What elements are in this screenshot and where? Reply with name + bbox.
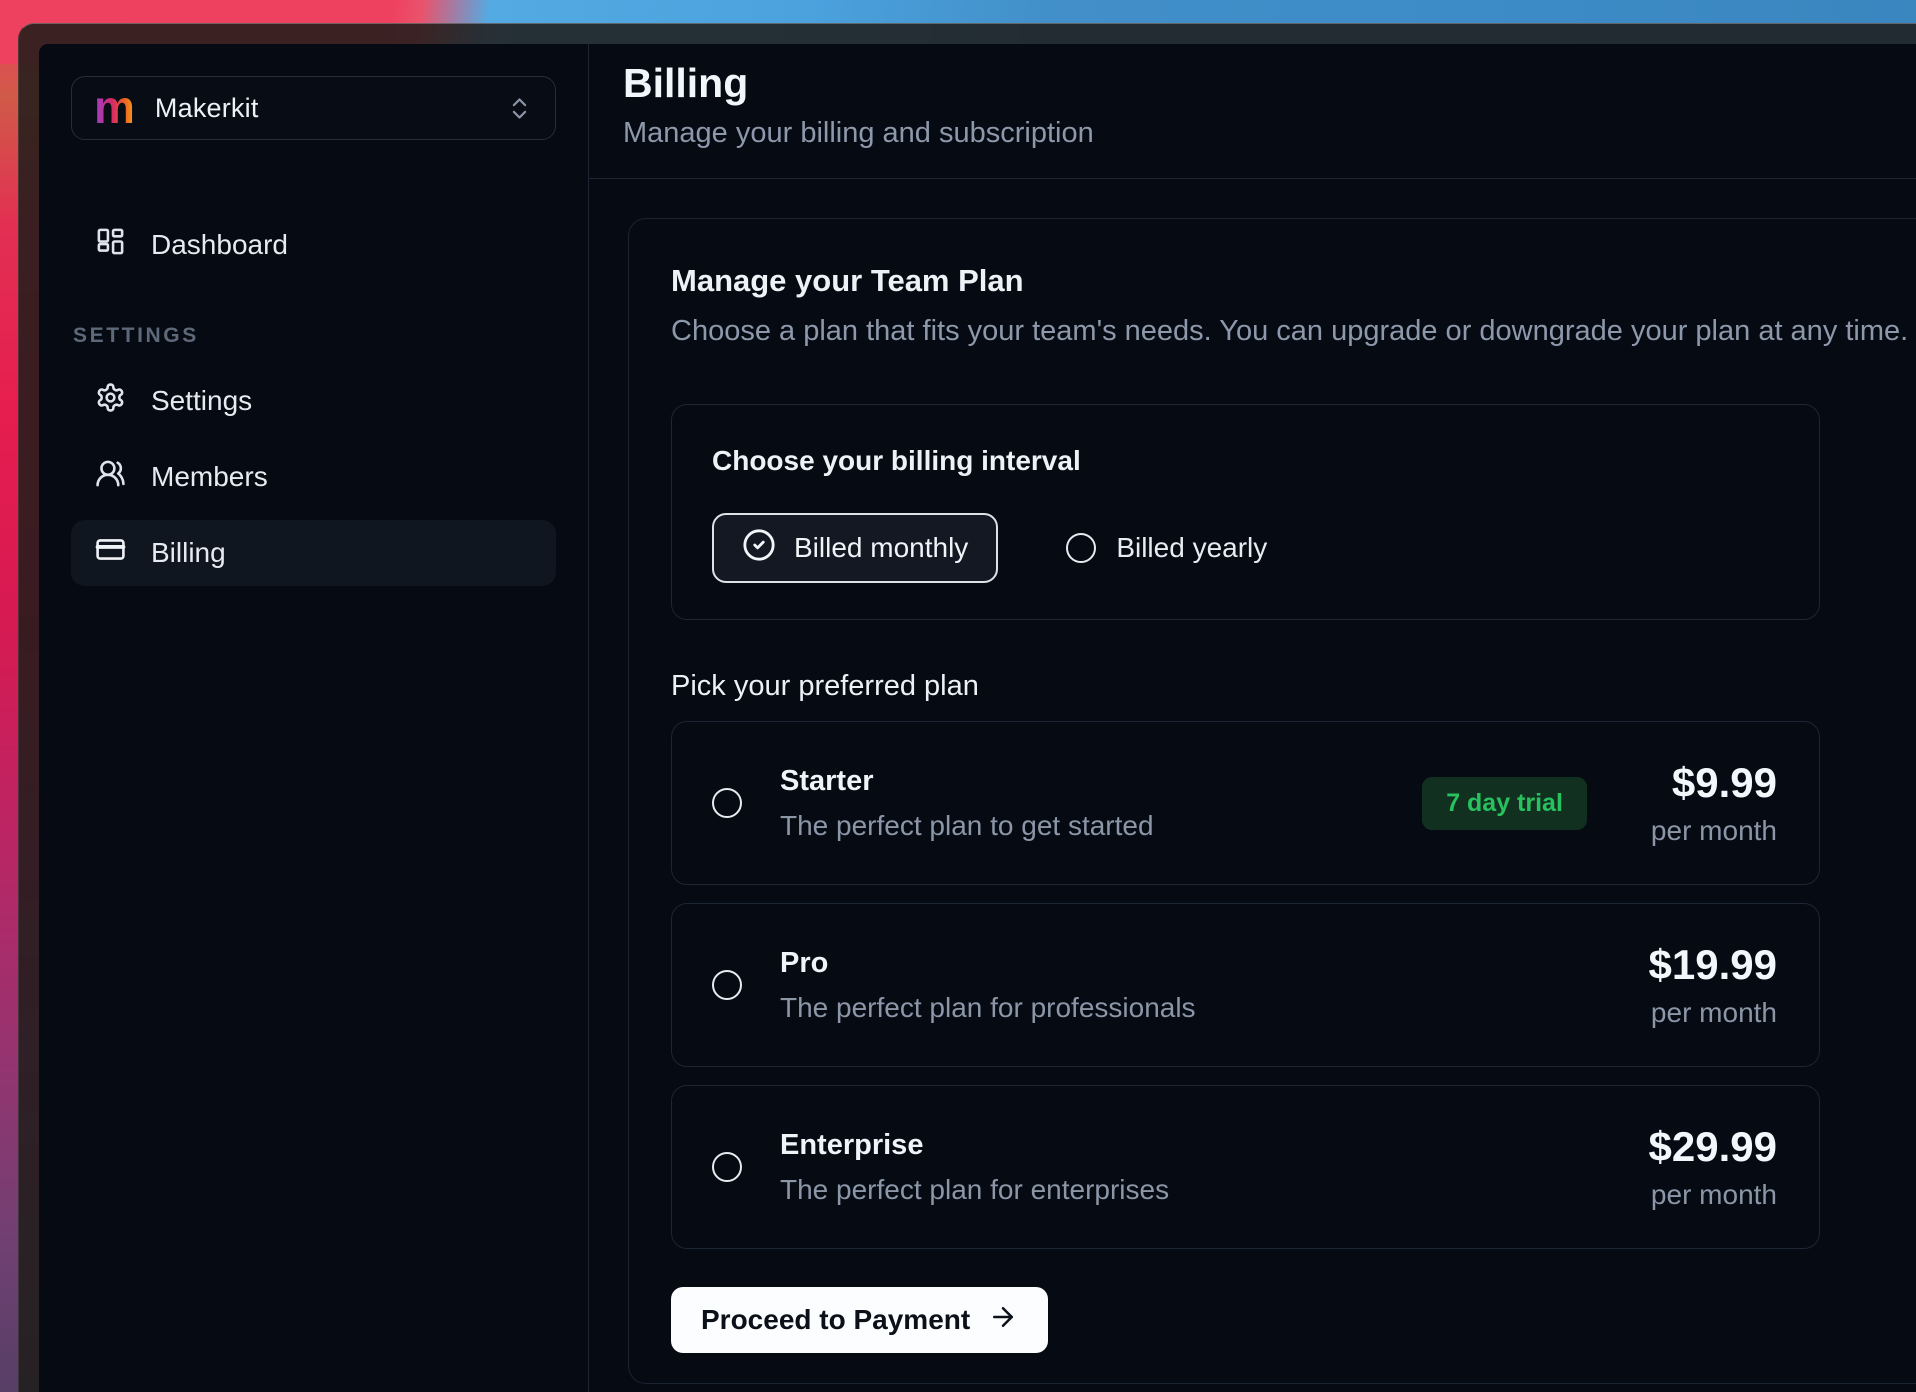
card-title: Manage your Team Plan	[671, 263, 1916, 299]
workspace-name: Makerkit	[155, 93, 259, 124]
chevrons-up-down-icon	[506, 95, 533, 122]
workspace-selector[interactable]: m Makerkit	[71, 76, 556, 140]
billing-interval-box: Choose your billing interval Billed mont…	[671, 404, 1820, 620]
plan-radio[interactable]	[712, 1152, 742, 1182]
team-plan-card: Manage your Team Plan Choose a plan that…	[628, 218, 1916, 1384]
sidebar-item-dashboard[interactable]: Dashboard	[71, 212, 556, 278]
billing-interval-label: Choose your billing interval	[712, 445, 1779, 477]
plan-price: $19.99	[1649, 941, 1777, 989]
app-window: m Makerkit Dashboard SETTINGS	[18, 23, 1916, 1392]
price-block: $29.99 per month	[1649, 1123, 1777, 1211]
card-subtitle: Choose a plan that fits your team's need…	[671, 315, 1916, 348]
trial-badge: 7 day trial	[1422, 777, 1587, 830]
billed-monthly-option[interactable]: Billed monthly	[712, 513, 998, 583]
sidebar-item-billing[interactable]: Billing	[71, 520, 556, 586]
cta-label: Proceed to Payment	[701, 1304, 970, 1336]
price-block: $19.99 per month	[1649, 941, 1777, 1029]
plan-description: The perfect plan for professionals	[780, 992, 1611, 1024]
proceed-to-payment-button[interactable]: Proceed to Payment	[671, 1287, 1048, 1353]
app-surface: m Makerkit Dashboard SETTINGS	[39, 44, 1916, 1392]
sidebar-nav: Dashboard SETTINGS Settings Members	[71, 212, 556, 596]
plan-info: Starter The perfect plan to get started	[780, 765, 1384, 842]
sidebar-item-label: Members	[151, 461, 268, 493]
plan-row-starter[interactable]: Starter The perfect plan to get started …	[671, 721, 1820, 885]
plan-radio[interactable]	[712, 788, 742, 818]
plan-info: Pro The perfect plan for professionals	[780, 947, 1611, 1024]
plan-description: The perfect plan for enterprises	[780, 1174, 1611, 1206]
sidebar-item-label: Dashboard	[151, 229, 288, 261]
price-block: $9.99 per month	[1651, 759, 1777, 847]
makerkit-logo-icon: m	[94, 87, 135, 128]
plan-name: Enterprise	[780, 1129, 1611, 1162]
plans-label: Pick your preferred plan	[671, 670, 1916, 703]
credit-card-icon	[95, 534, 126, 572]
billed-monthly-label: Billed monthly	[794, 532, 968, 564]
check-circle-icon	[742, 528, 776, 569]
plan-row-pro[interactable]: Pro The perfect plan for professionals $…	[671, 903, 1820, 1067]
page-title: Billing	[623, 60, 1916, 107]
plan-period: per month	[1649, 997, 1777, 1029]
plan-row-enterprise[interactable]: Enterprise The perfect plan for enterpri…	[671, 1085, 1820, 1249]
plan-description: The perfect plan to get started	[780, 810, 1384, 842]
main-content: Billing Manage your billing and subscrip…	[589, 44, 1916, 1392]
page-subtitle: Manage your billing and subscription	[623, 117, 1916, 150]
gear-icon	[95, 382, 126, 420]
users-icon	[95, 458, 126, 496]
page-content: Manage your Team Plan Choose a plan that…	[589, 179, 1916, 1392]
radio-circle-icon	[1066, 533, 1096, 563]
page-header: Billing Manage your billing and subscrip…	[589, 44, 1916, 179]
arrow-right-icon	[988, 1302, 1018, 1339]
plan-info: Enterprise The perfect plan for enterpri…	[780, 1129, 1611, 1206]
plan-radio[interactable]	[712, 970, 742, 1000]
plan-price: $9.99	[1651, 759, 1777, 807]
plan-price: $29.99	[1649, 1123, 1777, 1171]
sidebar-item-label: Billing	[151, 537, 226, 569]
billed-yearly-option[interactable]: Billed yearly	[1066, 532, 1267, 564]
sidebar-item-settings[interactable]: Settings	[71, 368, 556, 434]
dashboard-icon	[95, 226, 126, 264]
sidebar-item-label: Settings	[151, 385, 252, 417]
plan-name: Pro	[780, 947, 1611, 980]
plan-period: per month	[1649, 1179, 1777, 1211]
sidebar: m Makerkit Dashboard SETTINGS	[39, 44, 589, 1392]
billing-interval-options: Billed monthly Billed yearly	[712, 513, 1779, 583]
sidebar-section-label: SETTINGS	[73, 324, 556, 348]
sidebar-item-members[interactable]: Members	[71, 444, 556, 510]
billed-yearly-label: Billed yearly	[1116, 532, 1267, 564]
plan-name: Starter	[780, 765, 1384, 798]
plan-period: per month	[1651, 815, 1777, 847]
